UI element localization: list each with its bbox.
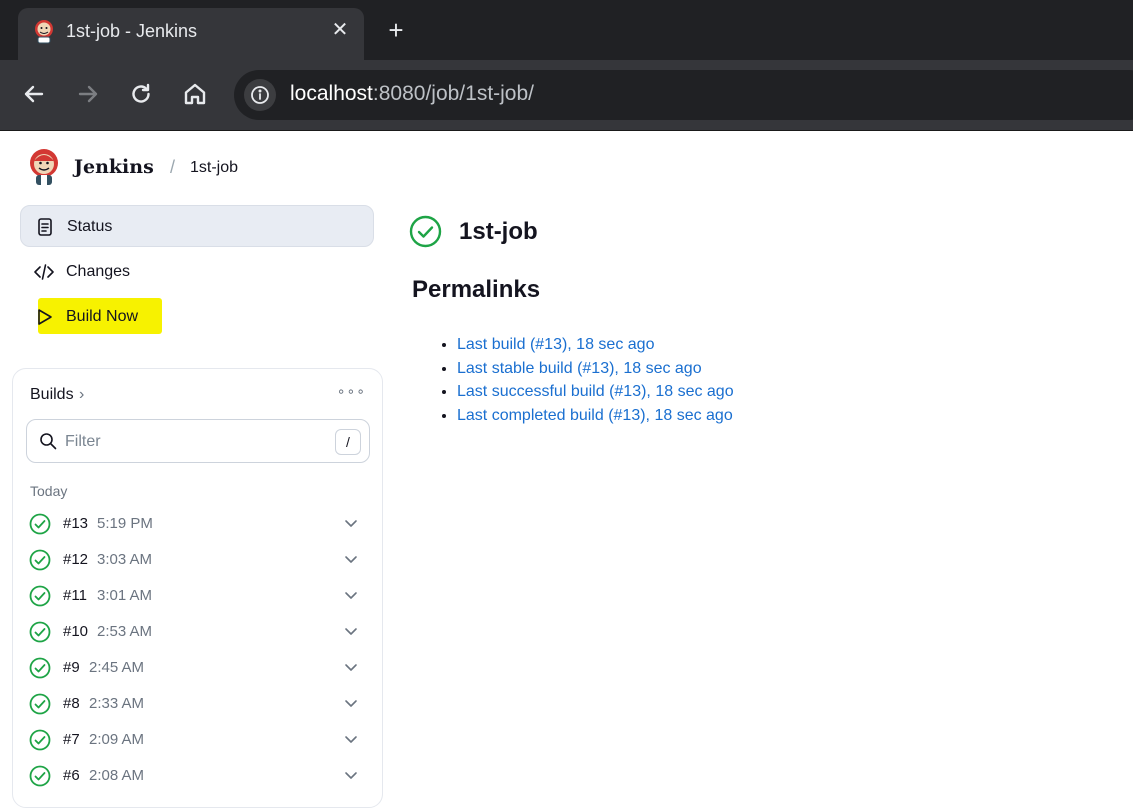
- url-path: :8080/job/1st-job/: [372, 82, 534, 105]
- back-icon[interactable]: [20, 80, 48, 108]
- build-row[interactable]: #10 2:53 AM: [29, 617, 369, 647]
- build-time: 5:19 PM: [97, 515, 153, 532]
- forward-icon[interactable]: [74, 80, 102, 108]
- filter-shortcut-badge: /: [335, 429, 361, 455]
- build-number[interactable]: #9: [63, 659, 80, 676]
- success-check-icon: [29, 693, 51, 715]
- address-bar[interactable]: localhost:8080/job/1st-job/: [234, 70, 1133, 120]
- build-row[interactable]: #12 3:03 AM: [29, 545, 369, 575]
- breadcrumb-separator: /: [170, 157, 176, 177]
- build-row[interactable]: #6 2:08 AM: [29, 761, 369, 791]
- list-item: Last build (#13), 18 sec ago: [457, 333, 734, 357]
- chevron-down-icon[interactable]: [343, 659, 359, 675]
- search-icon: [40, 433, 57, 450]
- chevron-down-icon[interactable]: [343, 767, 359, 783]
- list-item: Last completed build (#13), 18 sec ago: [457, 404, 734, 428]
- success-check-icon: [29, 585, 51, 607]
- code-icon: [34, 264, 54, 280]
- permalinks-list: Last build (#13), 18 sec ago Last stable…: [440, 333, 734, 428]
- tab-title: 1st-job - Jenkins: [66, 21, 198, 41]
- build-time: 2:33 AM: [89, 695, 145, 712]
- chevron-down-icon[interactable]: [343, 551, 359, 567]
- build-time: 3:03 AM: [97, 551, 153, 568]
- sidebar-item-label: Status: [67, 218, 113, 235]
- site-info-icon[interactable]: [244, 79, 276, 111]
- url-host: localhost: [290, 82, 373, 105]
- close-tab-icon[interactable]: ✕: [328, 18, 352, 42]
- jenkins-favicon-icon: [35, 20, 53, 44]
- filter-input[interactable]: [65, 430, 325, 454]
- success-check-icon: [29, 657, 51, 679]
- build-time: 2:08 AM: [89, 767, 145, 784]
- sidebar-item-status[interactable]: Status: [20, 205, 374, 247]
- sidebar-item-build-now[interactable]: Build Now: [20, 296, 374, 338]
- success-check-icon: [29, 621, 51, 643]
- sidebar-item-label: Build Now: [66, 308, 139, 325]
- build-time: 2:09 AM: [89, 731, 145, 748]
- document-icon: [38, 218, 52, 236]
- more-options-icon[interactable]: ∘∘∘: [337, 383, 366, 400]
- jenkins-header: Jenkins / 1st-job: [0, 131, 1133, 201]
- chevron-down-icon[interactable]: [343, 515, 359, 531]
- build-time: 3:01 AM: [97, 587, 153, 604]
- permalink-last-build[interactable]: Last build (#13), 18 sec ago: [457, 336, 654, 353]
- chevron-down-icon[interactable]: [343, 623, 359, 639]
- permalink-last-completed-build[interactable]: Last completed build (#13), 18 sec ago: [457, 407, 733, 424]
- success-check-icon: [29, 729, 51, 751]
- build-number[interactable]: #6: [63, 767, 80, 784]
- success-status-icon: [409, 215, 442, 248]
- chevron-down-icon[interactable]: [343, 695, 359, 711]
- permalink-last-successful-build[interactable]: Last successful build (#13), 18 sec ago: [457, 383, 734, 400]
- list-item: Last stable build (#13), 18 sec ago: [457, 357, 734, 381]
- url-text: localhost:8080/job/1st-job/: [290, 82, 534, 106]
- builds-title[interactable]: Builds: [30, 386, 74, 404]
- permalink-last-stable-build[interactable]: Last stable build (#13), 18 sec ago: [457, 360, 702, 377]
- build-time: 2:53 AM: [97, 623, 153, 640]
- jenkins-brand[interactable]: Jenkins: [74, 156, 154, 178]
- build-time: 2:45 AM: [89, 659, 145, 676]
- build-number[interactable]: #8: [63, 695, 80, 712]
- page-title: 1st-job: [459, 218, 538, 245]
- build-number[interactable]: #7: [63, 731, 80, 748]
- breadcrumb-job[interactable]: 1st-job: [190, 159, 238, 177]
- new-tab-button[interactable]: +: [384, 16, 408, 44]
- permalinks-heading: Permalinks: [412, 276, 541, 303]
- reload-icon[interactable]: [127, 80, 155, 108]
- build-row[interactable]: #7 2:09 AM: [29, 725, 369, 755]
- play-icon: [38, 309, 52, 325]
- home-icon[interactable]: [181, 80, 209, 108]
- sidebar-item-label: Changes: [66, 263, 131, 280]
- chevron-down-icon[interactable]: [343, 587, 359, 603]
- build-number[interactable]: #12: [63, 551, 88, 568]
- browser-tab-bar: 1st-job - Jenkins ✕ +: [0, 0, 1133, 60]
- success-check-icon: [29, 513, 51, 535]
- build-row[interactable]: #11 3:01 AM: [29, 581, 369, 611]
- build-number[interactable]: #13: [63, 515, 88, 532]
- build-row[interactable]: #13 5:19 PM: [29, 509, 369, 539]
- browser-toolbar: localhost:8080/job/1st-job/: [0, 60, 1133, 130]
- builds-filter[interactable]: /: [26, 419, 370, 463]
- build-row[interactable]: #9 2:45 AM: [29, 653, 369, 683]
- builds-panel: Builds › ∘∘∘ / Today #13 5:19 PM #12 3:0…: [12, 368, 383, 808]
- chevron-down-icon[interactable]: [343, 731, 359, 747]
- success-check-icon: [29, 765, 51, 787]
- success-check-icon: [29, 549, 51, 571]
- sidebar-item-changes[interactable]: Changes: [20, 251, 374, 293]
- chevron-right-icon[interactable]: ›: [79, 386, 84, 404]
- build-row[interactable]: #8 2:33 AM: [29, 689, 369, 719]
- build-number[interactable]: #11: [63, 587, 87, 604]
- jenkins-logo-icon[interactable]: [28, 147, 60, 187]
- browser-tab[interactable]: 1st-job - Jenkins ✕: [18, 8, 364, 60]
- builds-group-label: Today: [30, 483, 68, 499]
- build-number[interactable]: #10: [63, 623, 88, 640]
- list-item: Last successful build (#13), 18 sec ago: [457, 380, 734, 404]
